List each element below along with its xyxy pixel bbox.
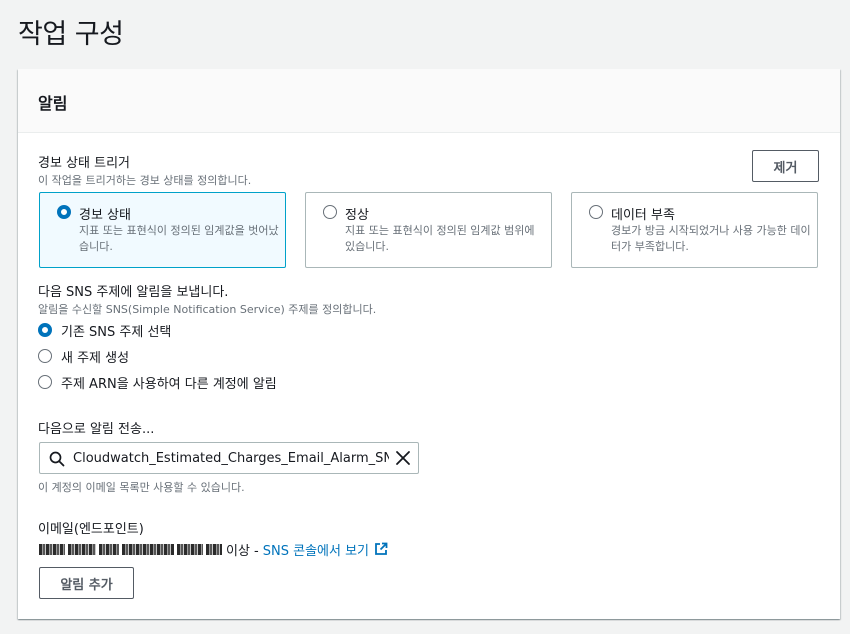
add-notification-button[interactable]: 알림 추가 — [39, 567, 134, 599]
sns-label: 다음 SNS 주제에 알림을 보냅니다. — [38, 285, 229, 300]
search-icon — [49, 451, 65, 467]
option-topic-arn[interactable]: 주제 ARN을 사용하여 다른 계정에 알림 — [38, 373, 277, 392]
send-to-label: 다음으로 알림 전송... — [38, 422, 155, 437]
page-title: 작업 구성 — [18, 19, 124, 50]
clear-icon[interactable] — [395, 450, 411, 466]
redacted-email — [99, 543, 119, 555]
remove-button[interactable]: 제거 — [752, 150, 819, 182]
redacted-email — [68, 543, 96, 555]
tile-description: 지표 또는 표현식이 정의된 임계값을 벗어났습니다. — [79, 224, 279, 253]
panel-header: 알림 — [18, 69, 840, 133]
tile-in-alarm[interactable]: 경보 상태 지표 또는 표현식이 정의된 임계값을 벗어났습니다. — [39, 192, 286, 268]
tile-label: 경보 상태 — [79, 208, 131, 223]
email-label: 이메일(엔드포인트) — [38, 522, 144, 537]
tile-description: 경보가 방금 시작되었거나 사용 가능한 데이터가 부족합니다. — [611, 224, 811, 253]
redacted-email — [39, 543, 65, 555]
radio-existing-topic[interactable] — [38, 323, 52, 337]
sns-console-link[interactable]: SNS 콘솔에서 보기 — [263, 540, 369, 559]
trigger-description: 이 작업을 트리거하는 경보 상태를 정의합니다. — [38, 174, 252, 187]
send-to-hint: 이 계정의 이메일 목록만 사용할 수 있습니다. — [38, 481, 245, 494]
radio-in-alarm[interactable] — [57, 205, 71, 219]
panel-title: 알림 — [38, 94, 68, 113]
option-existing-topic[interactable]: 기존 SNS 주제 선택 — [38, 321, 172, 340]
option-label: 새 주제 생성 — [61, 350, 130, 366]
tile-label: 데이터 부족 — [611, 208, 675, 223]
option-label: 기존 SNS 주제 선택 — [61, 324, 172, 340]
external-link-icon[interactable] — [374, 542, 388, 556]
sns-description: 알림을 수신할 SNS(Simple Notification Service)… — [38, 303, 377, 316]
trigger-label: 경보 상태 트리거 — [38, 156, 130, 171]
redacted-email — [122, 543, 174, 555]
option-new-topic[interactable]: 새 주제 생성 — [38, 347, 130, 366]
tile-description: 지표 또는 표현식이 정의된 임계값 범위에 있습니다. — [345, 224, 535, 253]
search-value: Cloudwatch_Estimated_Charges_Email_Alarm… — [73, 451, 389, 466]
redacted-email — [177, 543, 203, 555]
radio-new-topic[interactable] — [38, 349, 52, 363]
email-suffix: 이상 - — [226, 543, 259, 559]
topic-search-input[interactable]: Cloudwatch_Estimated_Charges_Email_Alarm… — [39, 442, 419, 474]
email-endpoints: 이상 - SNS 콘솔에서 보기 — [39, 540, 388, 559]
radio-topic-arn[interactable] — [38, 375, 52, 389]
notification-panel: 알림 경보 상태 트리거 이 작업을 트리거하는 경보 상태를 정의합니다. 제… — [18, 69, 840, 619]
redacted-count — [206, 543, 222, 555]
tile-label: 정상 — [345, 208, 369, 223]
tile-insufficient-data[interactable]: 데이터 부족 경보가 방금 시작되었거나 사용 가능한 데이터가 부족합니다. — [571, 192, 818, 268]
option-label: 주제 ARN을 사용하여 다른 계정에 알림 — [61, 376, 277, 392]
radio-insufficient-data[interactable] — [589, 205, 603, 219]
tile-ok[interactable]: 정상 지표 또는 표현식이 정의된 임계값 범위에 있습니다. — [305, 192, 552, 268]
radio-ok[interactable] — [323, 205, 337, 219]
